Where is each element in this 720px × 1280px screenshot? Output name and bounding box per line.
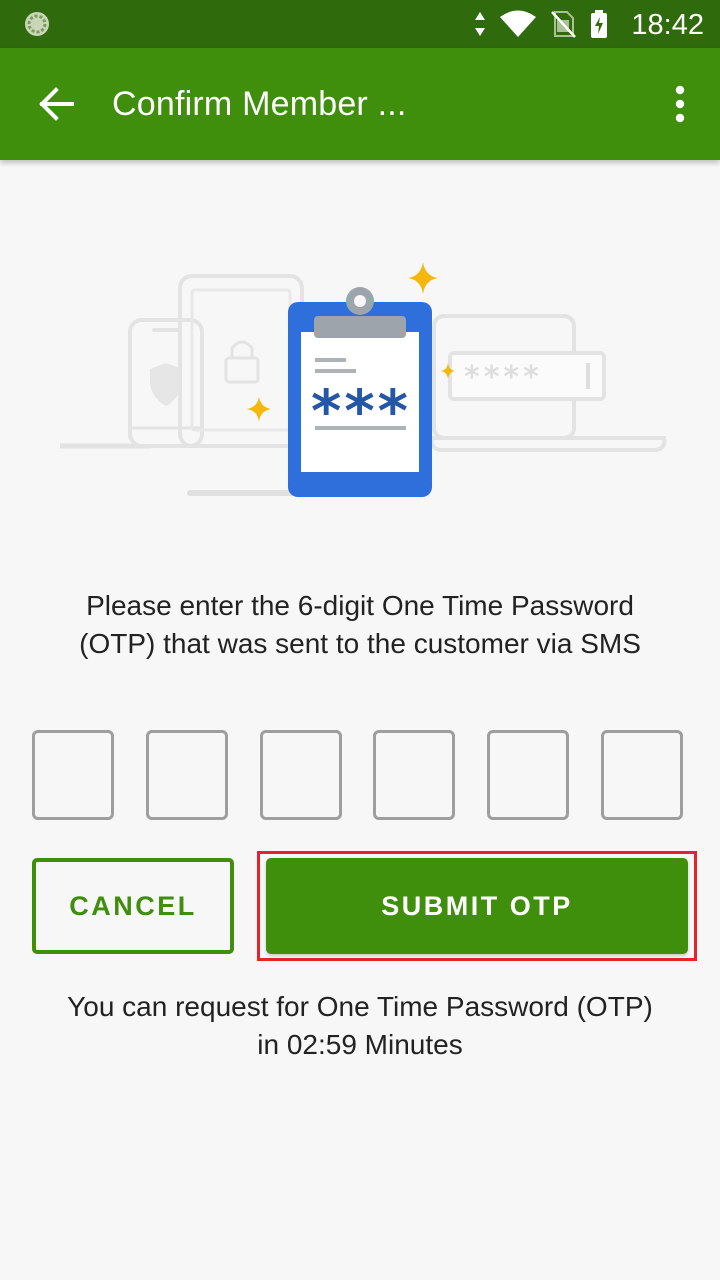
otp-request-timer-text: You can request for One Time Password (O… <box>20 988 700 1064</box>
code-mask: *** <box>311 377 411 445</box>
submit-otp-button[interactable]: SUBMIT OTP <box>266 858 688 954</box>
otp-digit-6[interactable] <box>601 730 683 820</box>
app-bar: Confirm Member ... <box>0 48 720 160</box>
battery-charging-icon <box>591 10 607 38</box>
status-bar: 18:42 <box>0 0 720 48</box>
submit-button-label: SUBMIT OTP <box>381 890 573 921</box>
otp-instruction: Please enter the 6-digit One Time Passwo… <box>79 590 641 659</box>
lock-icon <box>224 340 260 384</box>
app-notification-icon <box>25 12 49 36</box>
arrow-back-icon[interactable] <box>36 84 76 124</box>
sparkle-icon <box>408 262 438 294</box>
cancel-button[interactable]: CANCEL <box>32 858 234 954</box>
page-title: Confirm Member ... <box>112 85 407 123</box>
otp-digit-4[interactable] <box>373 730 455 820</box>
otp-input-row <box>32 730 688 826</box>
otp-digit-2[interactable] <box>146 730 228 820</box>
otp-digit-3[interactable] <box>260 730 342 820</box>
status-time: 18:42 <box>631 9 704 41</box>
otp-digit-1[interactable] <box>32 730 114 820</box>
otp-illustration: **** *** <box>60 262 667 497</box>
request-line-2: in 02:59 Minutes <box>257 1029 463 1060</box>
data-arrows-icon <box>475 12 485 36</box>
more-vert-icon[interactable] <box>672 84 688 124</box>
otp-digit-5[interactable] <box>487 730 569 820</box>
status-icons <box>474 10 608 38</box>
cancel-button-label: CANCEL <box>69 890 197 921</box>
wifi-icon <box>500 10 536 37</box>
request-line-1: You can request for One Time Password (O… <box>67 991 653 1022</box>
sparkle-icon <box>247 396 271 422</box>
password-mask: **** <box>464 360 543 395</box>
no-sim-icon <box>551 11 576 38</box>
